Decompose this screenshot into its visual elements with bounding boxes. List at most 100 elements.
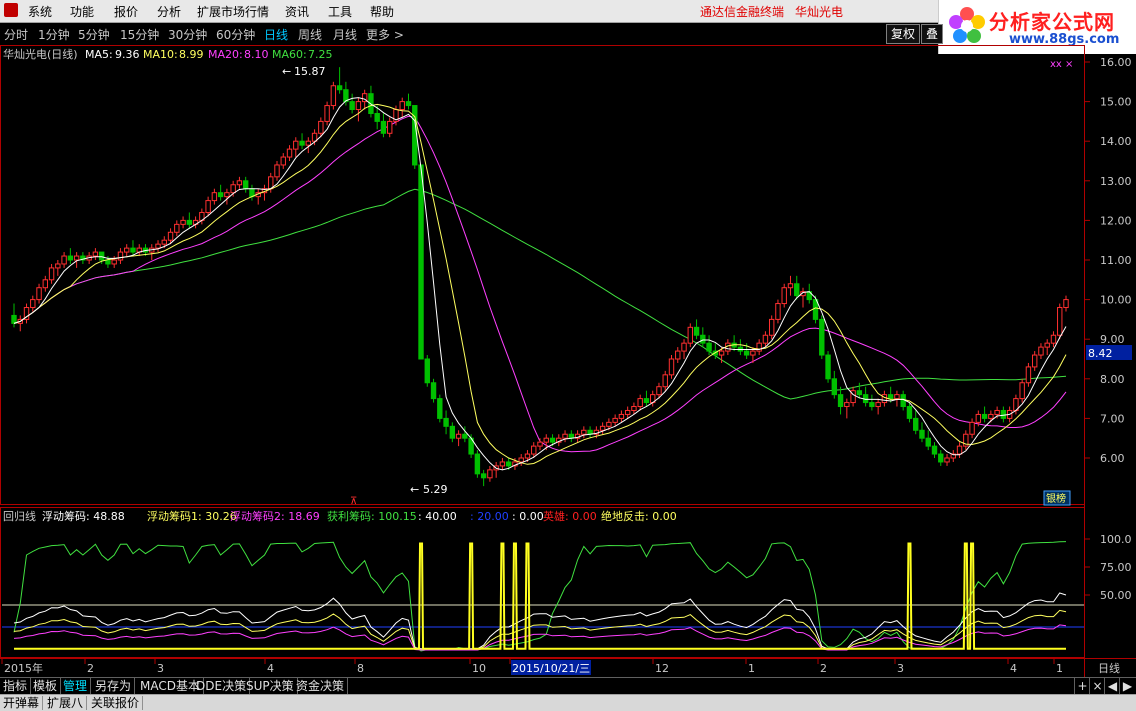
zoom-in-button[interactable]: + (1074, 678, 1090, 694)
candle-down (336, 85, 343, 91)
candle-up (280, 156, 286, 166)
candle-up (750, 350, 756, 356)
candle-up (524, 453, 531, 459)
period-30min[interactable]: 30分钟 (168, 26, 207, 43)
period-intraday[interactable]: 分时 (4, 26, 28, 43)
candle-down (819, 318, 825, 356)
x-tick-label: 4 (1010, 662, 1017, 675)
candle-up (768, 318, 775, 336)
candle-down (418, 164, 424, 360)
candle-up (681, 342, 687, 352)
candle-up (286, 148, 293, 158)
menu-item-system[interactable]: 系统 (28, 3, 52, 20)
low-label-arrow: ← (410, 483, 419, 496)
tab-sup[interactable]: SUP决策 (243, 678, 298, 694)
period-weekly[interactable]: 周线 (298, 26, 322, 43)
candle-down (706, 342, 712, 352)
price-tick-label: 16.00 (1100, 56, 1132, 69)
menu-item-extended-market[interactable]: 扩展市场行情 (197, 3, 269, 20)
danmaku-toggle[interactable]: 开弹幕 (0, 696, 44, 710)
candle-down (831, 378, 838, 396)
stock-chart-label: 华灿光电(日线) (3, 47, 78, 61)
period-daily[interactable]: 日线 (264, 26, 288, 43)
candle-up (787, 283, 794, 289)
candle-up (581, 429, 587, 435)
period-15min[interactable]: 15分钟 (120, 26, 159, 43)
x-tick-label: 2 (820, 662, 827, 675)
candle-down (474, 453, 481, 475)
candle-down (931, 445, 938, 455)
candle-up (618, 413, 625, 419)
menu-item-tools[interactable]: 工具 (328, 3, 352, 20)
candle-up (318, 120, 324, 134)
tab-capital[interactable]: 资金决策 (293, 678, 349, 694)
signal-spike-line (14, 542, 1066, 650)
candle-up (230, 184, 236, 194)
candle-up (305, 140, 312, 146)
x-cursor-date: 2015/10/21/三 (512, 662, 590, 675)
candle-up (330, 85, 337, 107)
candle-down (925, 437, 931, 447)
kline-chart[interactable]: 华灿光电(日线) MA5: 9.36 MA10: 8.99 MA20: 8.10… (0, 45, 1136, 677)
x-tick-label: 8 (357, 662, 364, 675)
x-tick-label: 10 (472, 662, 486, 675)
candle-up (675, 350, 681, 360)
indicator-panel-frame (0, 507, 1085, 658)
indicator-item: 绝地反击: 0.00 (601, 509, 677, 523)
candle-up (844, 402, 850, 408)
menu-item-info[interactable]: 资讯 (285, 3, 309, 20)
candle-up (36, 287, 42, 301)
candle-up (42, 279, 49, 289)
menu-item-help[interactable]: 帮助 (370, 3, 394, 20)
ext-eight-button[interactable]: 扩展八 (44, 696, 88, 710)
candle-down (981, 413, 988, 419)
period-monthly[interactable]: 月线 (333, 26, 357, 43)
candle-down (424, 358, 430, 384)
high-label-arrow: ← (282, 65, 291, 78)
overlay-button[interactable]: 叠 (921, 24, 944, 44)
candle-down (430, 382, 437, 400)
candle-up (161, 239, 167, 245)
period-5min[interactable]: 5分钟 (78, 26, 110, 43)
candle-up (631, 406, 637, 411)
menu-item-analysis[interactable]: 分析 (157, 3, 181, 20)
close-indicator-button[interactable]: × (1089, 678, 1105, 694)
candle-up (1038, 346, 1044, 356)
tab-indicator[interactable]: 指标 (0, 678, 32, 694)
period-more[interactable]: 更多 > (366, 26, 404, 43)
candle-down (869, 402, 875, 408)
price-tick-label: 13.00 (1100, 175, 1132, 188)
price-tick-label: 9.00 (1100, 333, 1125, 346)
candle-down (906, 406, 913, 419)
price-tick-label: 12.00 (1100, 214, 1132, 227)
candle-up (606, 421, 612, 427)
restore-rights-button[interactable]: 复权 (886, 24, 921, 44)
price-tick-label: 15.00 (1100, 96, 1132, 109)
candle-down (443, 417, 449, 427)
candle-up (124, 247, 130, 253)
candle-up (1063, 299, 1069, 309)
x-tick-label: 3 (157, 662, 164, 675)
candle-up (537, 441, 543, 447)
candle-down (437, 398, 443, 419)
period-60min[interactable]: 60分钟 (216, 26, 255, 43)
tab-dde[interactable]: DDE决策 (193, 678, 251, 694)
candle-up (61, 255, 67, 265)
period-1min[interactable]: 1分钟 (38, 26, 70, 43)
menu-item-function[interactable]: 功能 (70, 3, 94, 20)
candle-up (881, 394, 888, 404)
scroll-right-button[interactable]: ▶ (1119, 678, 1135, 694)
candle-up (73, 255, 80, 261)
candle-down (299, 140, 305, 146)
brand-name: 通达信金融终端 (700, 5, 785, 19)
scroll-left-button[interactable]: ◀ (1104, 678, 1120, 694)
tab-template[interactable]: 模板 (30, 678, 62, 694)
candle-up (180, 219, 186, 225)
linked-quote-button[interactable]: 关联报价 (88, 696, 144, 710)
candle-down (1000, 409, 1007, 419)
tab-save-as[interactable]: 另存为 (92, 678, 136, 694)
indicator-item: : 20.00 (470, 510, 509, 523)
tab-manage[interactable]: 管理 (60, 678, 92, 694)
menu-item-quote[interactable]: 报价 (114, 3, 138, 20)
app-icon[interactable] (4, 3, 18, 17)
